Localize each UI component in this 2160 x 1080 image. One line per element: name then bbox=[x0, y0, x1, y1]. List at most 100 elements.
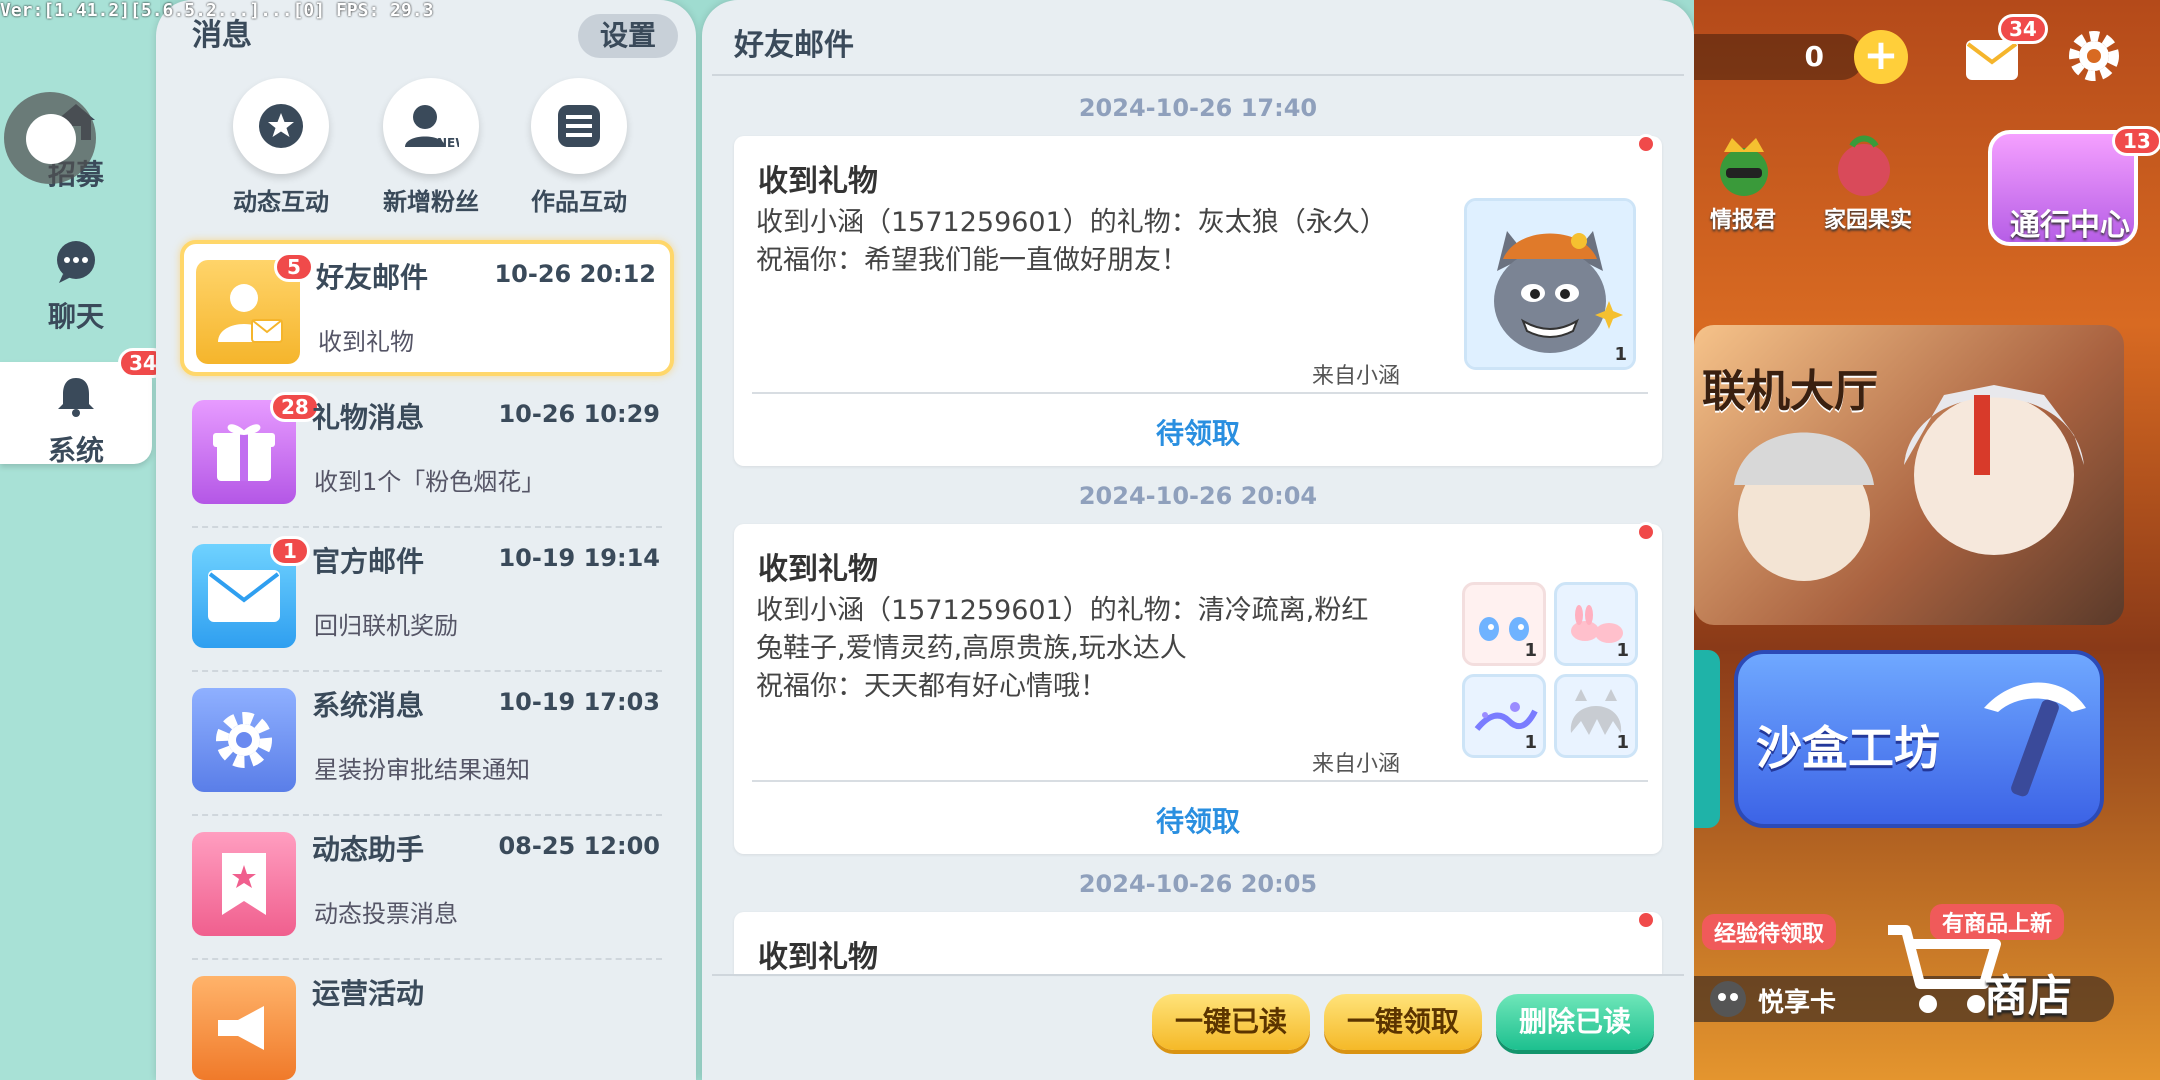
mail-category-preview: 星装扮审批结果通知 bbox=[314, 756, 530, 784]
mail-body: 收到小涵（1571259601）的礼物：灰太狼（永久） 祝福你：希望我们能一直做… bbox=[756, 204, 1416, 280]
mascot-face-icon bbox=[1710, 981, 1746, 1017]
fruit-basket-icon bbox=[1838, 135, 1890, 196]
mail-category-time: 08-25 12:00 bbox=[498, 832, 660, 860]
claim-button[interactable]: 待领取 bbox=[734, 800, 1662, 840]
mail-timestamp: 2024-10-26 20:05 bbox=[1078, 870, 1318, 898]
gift-item-love-potion[interactable]: 1 bbox=[1462, 674, 1546, 758]
floating-assistive-ball[interactable] bbox=[4, 92, 96, 184]
unread-dot bbox=[1636, 912, 1656, 930]
mail-category-friend[interactable]: 5 好友邮件 10-26 20:12 收到礼物 bbox=[180, 240, 674, 376]
mail-card[interactable]: 收到礼物 收到小涵（1571259601）的礼物：清冷疏离,粉红 兔鞋子,爱情灵… bbox=[734, 522, 1662, 854]
category-rail: 招募 聊天 系统 34 bbox=[0, 0, 168, 1080]
gift-count: 1 bbox=[1524, 732, 1537, 753]
bell-icon bbox=[0, 374, 152, 425]
mail-timestamp: 2024-10-26 17:40 bbox=[1078, 94, 1318, 122]
divider bbox=[752, 392, 1648, 394]
divider bbox=[712, 74, 1684, 76]
mail-body-line: 收到小涵（1571259601）的礼物：灰太狼（永久） bbox=[756, 207, 1387, 238]
mail-body-line: 兔鞋子,爱情灵药,高原贵族,玩水达人 bbox=[756, 633, 1187, 664]
exp-ribbon: 经验待领取 bbox=[1702, 914, 1837, 950]
hall-characters-illustration bbox=[1734, 385, 2084, 581]
unread-dot bbox=[1636, 134, 1656, 154]
currency-bar: 0 + 34 bbox=[1694, 14, 2160, 88]
wolf-avatar-icon bbox=[1467, 201, 1633, 367]
gift-item-eyes[interactable]: 1 bbox=[1462, 582, 1546, 666]
mail-body-line: 祝福你：希望我们能一直做好朋友！ bbox=[756, 245, 1188, 276]
add-currency-button[interactable]: + bbox=[1854, 30, 1908, 84]
mail-body: 收到小涵（1571259601）的礼物：清冷疏离,粉红 兔鞋子,爱情灵药,高原贵… bbox=[756, 592, 1416, 706]
quick-feed-interaction[interactable]: 动态互动 bbox=[216, 78, 346, 217]
new-follower-icon: NEW bbox=[383, 78, 479, 174]
megaphone-icon bbox=[192, 976, 296, 1080]
quick-new-fans[interactable]: NEW 新增粉丝 bbox=[366, 78, 496, 217]
tab-system[interactable]: 系统 34 bbox=[0, 348, 168, 467]
divider bbox=[752, 780, 1648, 782]
bookmark-star-icon bbox=[192, 832, 296, 936]
mail-category-time: 10-26 10:29 bbox=[498, 400, 660, 428]
mailbox-icon[interactable]: 34 bbox=[1962, 14, 2048, 84]
coin-count: 0 bbox=[1694, 34, 1864, 80]
gift-item-wolf[interactable]: 1 bbox=[1464, 198, 1636, 370]
quick-feed-interaction-label: 动态互动 bbox=[233, 188, 329, 216]
mail-category-title: 好友邮件 bbox=[316, 261, 429, 294]
side-card-edge[interactable] bbox=[1694, 650, 1720, 828]
sandbox-label: 沙盒工坊 bbox=[1756, 721, 1940, 775]
garden-fruit-label: 家园果实 bbox=[1824, 208, 1913, 233]
claim-button[interactable]: 待领取 bbox=[734, 412, 1662, 452]
unread-badge: 1 bbox=[270, 536, 310, 566]
multiplayer-hall-card[interactable]: 联机大厅 bbox=[1694, 325, 2124, 625]
mail-category-preview: 收到礼物 bbox=[318, 328, 414, 356]
mark-all-read-button[interactable]: 一键已读 bbox=[1152, 994, 1310, 1050]
gift-count: 1 bbox=[1616, 732, 1629, 753]
mail-timestamp: 2024-10-26 20:04 bbox=[1078, 482, 1318, 510]
mail-category-preview: 回归联机奖励 bbox=[314, 612, 458, 640]
claim-all-button[interactable]: 一键领取 bbox=[1324, 994, 1482, 1050]
mail-category-title: 礼物消息 bbox=[312, 401, 425, 434]
mail-category-feed-assistant[interactable]: 动态助手 08-25 12:00 动态投票消息 bbox=[180, 816, 674, 960]
gift-count: 1 bbox=[1614, 344, 1627, 365]
mail-card[interactable]: 收到礼物 bbox=[734, 912, 1662, 974]
mail-category-operations[interactable]: 运营活动 bbox=[180, 960, 674, 1080]
tab-chat-label: 聊天 bbox=[47, 300, 104, 333]
settings-gear-icon[interactable] bbox=[2062, 24, 2126, 88]
mail-unread-badge: 34 bbox=[1998, 14, 2048, 44]
gift-count: 1 bbox=[1616, 640, 1629, 661]
gift-item-bunny-shoes[interactable]: 1 bbox=[1554, 582, 1638, 666]
quick-new-fans-label: 新增粉丝 bbox=[383, 188, 479, 216]
gift-item-hair[interactable]: 1 bbox=[1554, 674, 1638, 758]
mail-sender: 来自小涵 bbox=[1311, 752, 1400, 777]
unread-badge: 5 bbox=[274, 252, 314, 282]
mail-category-preview: 收到1个「粉色烟花」 bbox=[314, 468, 546, 496]
mail-category-time: 10-19 17:03 bbox=[498, 688, 660, 716]
sandbox-workshop-card[interactable]: 沙盒工坊 bbox=[1734, 650, 2104, 828]
mail-category-title: 运营活动 bbox=[312, 977, 425, 1010]
tab-chat[interactable]: 聊天 bbox=[0, 240, 152, 333]
mail-card[interactable]: 收到礼物 收到小涵（1571259601）的礼物：灰太狼（永久） 祝福你：希望我… bbox=[734, 134, 1662, 466]
mail-category-gift[interactable]: 28 礼物消息 10-26 10:29 收到1个「粉色烟花」 bbox=[180, 384, 674, 528]
delete-read-button[interactable]: 删除已读 bbox=[1496, 994, 1654, 1050]
mail-body-line: 收到小涵（1571259601）的礼物：清冷疏离,粉红 bbox=[756, 595, 1369, 626]
mail-body-line: 祝福你：天天都有好心情哦！ bbox=[756, 671, 1107, 702]
mail-category-official[interactable]: 1 官方邮件 10-19 19:14 回归联机奖励 bbox=[180, 528, 674, 672]
mail-sender: 来自小涵 bbox=[1311, 364, 1400, 389]
intel-entry[interactable]: 情报君 bbox=[1704, 130, 1794, 233]
detail-title: 好友邮件 bbox=[734, 28, 854, 63]
quick-works-interaction-label: 作品互动 bbox=[531, 188, 627, 216]
vip-card-label: 悦享卡 bbox=[1758, 988, 1837, 1018]
game-lobby-background: 0 + 34 情报君 家园果实 通行中心 13 联机大厅 沙盒工坊 经验待领取 … bbox=[1694, 0, 2160, 1080]
mail-category-system[interactable]: 系统消息 10-19 17:03 星装扮审批结果通知 bbox=[180, 672, 674, 816]
crowned-mascot-icon bbox=[1720, 138, 1768, 196]
pass-center-entry[interactable]: 通行中心 13 bbox=[1988, 126, 2160, 246]
svg-text:NEW: NEW bbox=[437, 136, 459, 150]
chat-bubble-icon bbox=[0, 240, 152, 291]
garden-fruit-entry[interactable]: 家园果实 bbox=[1824, 130, 1934, 233]
star-bubble-icon bbox=[233, 78, 329, 174]
quick-works-interaction[interactable]: 作品互动 bbox=[514, 78, 644, 217]
settings-button[interactable]: 设置 bbox=[578, 14, 678, 58]
mail-category-title: 动态助手 bbox=[312, 833, 425, 866]
mail-title: 收到礼物 bbox=[758, 552, 878, 587]
mail-category-title: 官方邮件 bbox=[312, 545, 425, 578]
mail-category-time: 10-26 20:12 bbox=[494, 260, 656, 288]
mail-category-preview: 动态投票消息 bbox=[314, 900, 458, 928]
friend-mail-detail-panel: 好友邮件 2024-10-26 17:40 收到礼物 收到小涵（15712596… bbox=[702, 0, 1694, 1080]
